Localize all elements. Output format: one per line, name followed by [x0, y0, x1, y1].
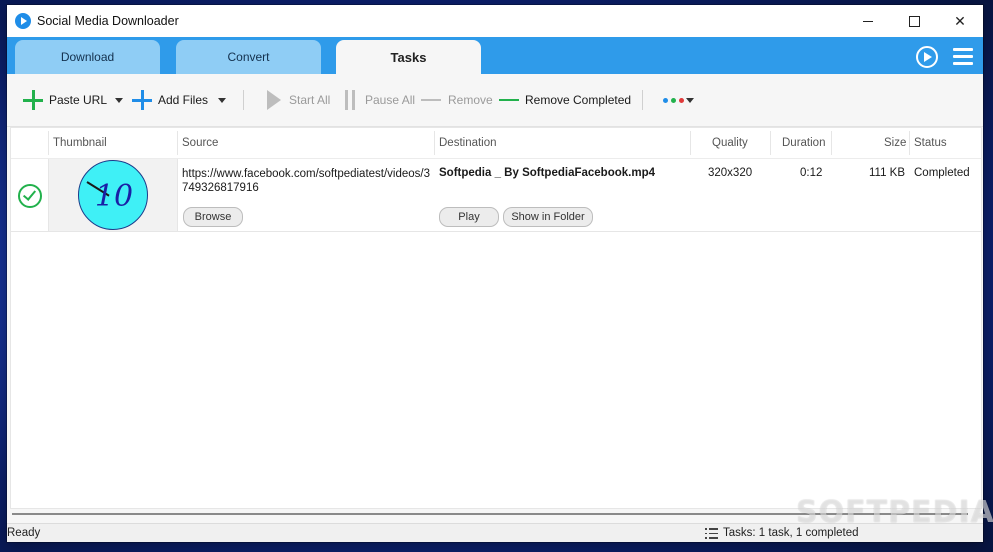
quality-value: 320x320	[708, 167, 753, 179]
minus-green-icon	[499, 98, 519, 102]
toolbar: Paste URL Add Files Start All Pause All …	[7, 74, 983, 127]
col-source[interactable]: Source	[182, 128, 218, 158]
maximize-icon	[908, 15, 920, 27]
pause-icon	[343, 90, 357, 110]
col-duration[interactable]: Duration	[782, 128, 825, 158]
status-value: Completed	[914, 167, 970, 179]
pause-all-button[interactable]: Pause All	[343, 74, 415, 126]
close-icon: ✕	[954, 12, 966, 29]
remove-completed-button[interactable]: Remove Completed	[499, 74, 631, 126]
tab-bar: Download Convert Tasks	[7, 37, 983, 74]
minus-icon	[421, 98, 441, 102]
tasks-table: Thumbnail Source Destination Quality Dur…	[10, 127, 982, 509]
table-row[interactable]: 10 https://www.facebook.com/softpediates…	[11, 159, 981, 232]
add-files-dropdown[interactable]	[210, 74, 226, 126]
paste-url-dropdown[interactable]	[107, 74, 123, 126]
plus-green-icon	[23, 90, 43, 110]
color-dots-icon	[663, 97, 684, 103]
show-in-folder-button[interactable]: Show in Folder	[503, 207, 593, 227]
close-button[interactable]: ✕	[937, 5, 983, 37]
destination-file: Softpedia _ By SoftpediaFacebook.mp4	[439, 167, 655, 179]
paste-url-label: Paste URL	[49, 93, 108, 107]
col-size[interactable]: Size	[884, 128, 906, 158]
browse-button[interactable]: Browse	[183, 207, 243, 227]
add-files-label: Add Files	[158, 93, 209, 107]
col-thumbnail[interactable]: Thumbnail	[53, 128, 107, 158]
watermark-logo: SOFTPEDIA	[796, 495, 993, 530]
col-status[interactable]: Status	[914, 128, 947, 158]
chevron-down-icon	[115, 97, 123, 103]
toolbar-divider	[642, 90, 643, 110]
minimize-button[interactable]	[845, 5, 891, 37]
table-header: Thumbnail Source Destination Quality Dur…	[11, 128, 981, 159]
start-all-button[interactable]: Start All	[267, 74, 330, 126]
chevron-down-icon	[686, 97, 694, 103]
tab-convert[interactable]: Convert	[176, 40, 321, 74]
play-circle-icon[interactable]	[916, 46, 938, 68]
maximize-button[interactable]	[891, 5, 937, 37]
tab-download[interactable]: Download	[15, 40, 160, 74]
app-window: Social Media Downloader ✕ Download Conve…	[7, 5, 983, 542]
duration-value: 0:12	[800, 167, 823, 179]
title-bar: Social Media Downloader ✕	[7, 5, 983, 37]
add-files-button[interactable]: Add Files	[132, 74, 208, 126]
col-destination[interactable]: Destination	[439, 128, 497, 158]
chevron-down-icon	[218, 97, 226, 103]
paste-url-button[interactable]: Paste URL	[23, 74, 107, 126]
size-value: 111 KB	[869, 167, 906, 179]
status-ready: Ready	[7, 527, 41, 539]
col-quality[interactable]: Quality	[712, 128, 748, 158]
color-options-button[interactable]	[663, 74, 694, 126]
play-icon	[267, 90, 281, 110]
toolbar-divider	[243, 90, 244, 110]
minimize-icon	[863, 20, 873, 22]
source-url: https://www.facebook.com/softpediatest/v…	[182, 168, 431, 194]
remove-label: Remove	[448, 93, 493, 107]
remove-completed-label: Remove Completed	[525, 93, 632, 107]
remove-button[interactable]: Remove	[421, 74, 493, 126]
video-thumbnail: 10	[78, 160, 148, 230]
start-all-label: Start All	[289, 93, 331, 107]
tab-tasks[interactable]: Tasks	[336, 40, 481, 74]
thumbnail-cell: 10	[48, 159, 178, 231]
hamburger-menu-icon[interactable]	[953, 48, 973, 65]
pause-all-label: Pause All	[365, 93, 416, 107]
thumbnail-number: 10	[94, 178, 134, 214]
app-logo-icon	[15, 13, 31, 29]
play-button[interactable]: Play	[439, 207, 499, 227]
window-title: Social Media Downloader	[37, 14, 179, 28]
checkmark-circle-icon	[18, 184, 42, 208]
plus-blue-icon	[132, 90, 152, 110]
list-icon	[705, 528, 718, 539]
